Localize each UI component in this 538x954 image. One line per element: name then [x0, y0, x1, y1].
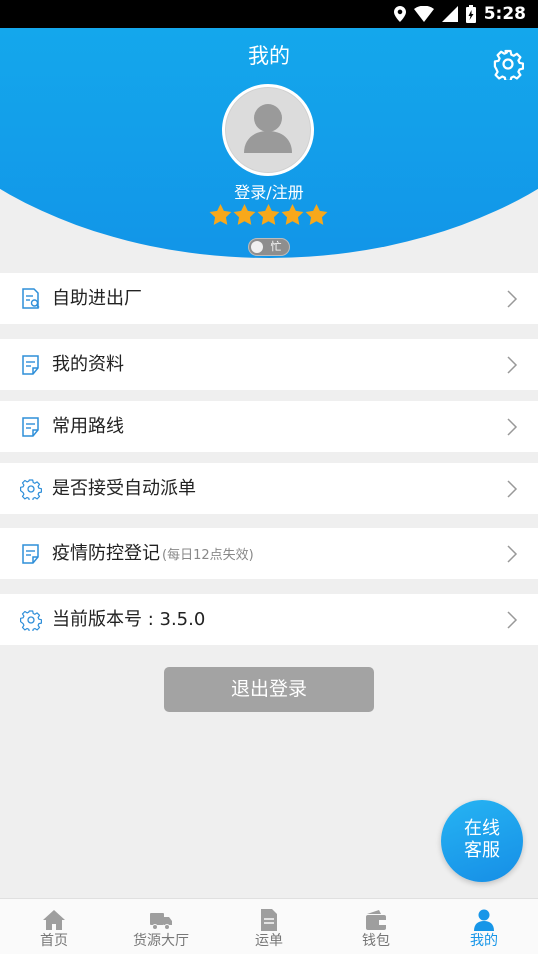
profile-icon: [474, 909, 494, 931]
tab-label: 我的: [470, 933, 498, 949]
bottom-tab-bar: 首页 货源大厅 运单 钱包 我的: [0, 898, 538, 954]
wifi-icon: [413, 6, 434, 22]
tab-home[interactable]: 首页: [0, 899, 108, 954]
chevron-right-icon: [507, 418, 518, 436]
service-label-line1: 在线: [464, 818, 500, 839]
star-icon: [257, 204, 280, 225]
menu-item-self-service-factory[interactable]: 自助进出厂: [0, 273, 538, 324]
chevron-right-icon: [507, 480, 518, 498]
tab-wallet[interactable]: 钱包: [322, 899, 430, 954]
menu-item-label: 疫情防控登记 (每日12点失效): [52, 528, 254, 581]
logout-button[interactable]: 退出登录: [164, 667, 374, 712]
gear-outline-icon: [20, 610, 42, 631]
tab-label: 运单: [255, 933, 283, 949]
login-register-link[interactable]: 登录/注册: [0, 182, 538, 204]
avatar[interactable]: [222, 84, 314, 176]
tab-cargo-hall[interactable]: 货源大厅: [107, 899, 215, 954]
chevron-right-icon: [507, 356, 518, 374]
service-label-line2: 客服: [464, 840, 500, 861]
gear-icon: [493, 49, 525, 83]
rating-stars: [209, 204, 328, 226]
menu-item-label: 当前版本号 : 3.5.0: [52, 609, 206, 630]
star-icon: [233, 204, 256, 225]
menu-item-my-profile[interactable]: 我的资料: [0, 339, 538, 390]
menu-item-hint: (每日12点失效): [162, 548, 254, 563]
chevron-right-icon: [507, 611, 518, 629]
battery-icon: [465, 5, 476, 23]
page-title: 我的: [248, 44, 290, 68]
gear-outline-icon: [20, 479, 42, 500]
star-icon: [281, 204, 304, 225]
menu-item-auto-dispatch[interactable]: 是否接受自动派单: [0, 463, 538, 514]
online-service-button[interactable]: 在线 客服: [441, 800, 523, 882]
menu-item-label: 我的资料: [52, 354, 124, 375]
document-search-icon: [22, 288, 40, 309]
menu-item-frequent-routes[interactable]: 常用路线: [0, 401, 538, 452]
status-time: 5:28: [483, 4, 526, 24]
menu-item-version[interactable]: 当前版本号 : 3.5.0: [0, 594, 538, 645]
wallet-icon: [366, 910, 386, 930]
busy-toggle[interactable]: 忙: [248, 238, 290, 256]
star-icon: [305, 204, 328, 225]
star-icon: [209, 204, 232, 225]
profile-header: 我的 登录/注册 忙: [0, 28, 538, 268]
busy-label: 忙: [270, 240, 282, 253]
menu-item-label: 自助进出厂: [52, 288, 142, 309]
chevron-right-icon: [507, 290, 518, 308]
tab-waybill[interactable]: 运单: [215, 899, 323, 954]
tab-profile[interactable]: 我的: [430, 899, 538, 954]
signal-icon: [441, 6, 458, 22]
document-icon: [22, 417, 39, 437]
menu-item-epidemic-registration[interactable]: 疫情防控登记 (每日12点失效): [0, 528, 538, 579]
user-placeholder-icon: [244, 104, 292, 153]
location-icon: [393, 6, 406, 22]
tab-label: 首页: [40, 933, 68, 949]
document-icon: [22, 544, 39, 564]
chevron-right-icon: [507, 545, 518, 563]
status-bar: 5:28: [0, 0, 538, 28]
document-icon: [22, 355, 39, 375]
waybill-icon: [261, 909, 277, 931]
truck-icon: [150, 913, 172, 930]
tab-label: 货源大厅: [133, 933, 189, 949]
home-icon: [43, 910, 65, 930]
busy-toggle-knob: [251, 241, 263, 253]
menu-item-label: 是否接受自动派单: [52, 478, 196, 499]
tab-label: 钱包: [362, 933, 390, 949]
menu-item-title: 疫情防控登记: [52, 543, 160, 564]
menu-item-label: 常用路线: [52, 416, 124, 437]
settings-button[interactable]: [492, 48, 525, 83]
status-icons: 5:28: [393, 3, 526, 25]
